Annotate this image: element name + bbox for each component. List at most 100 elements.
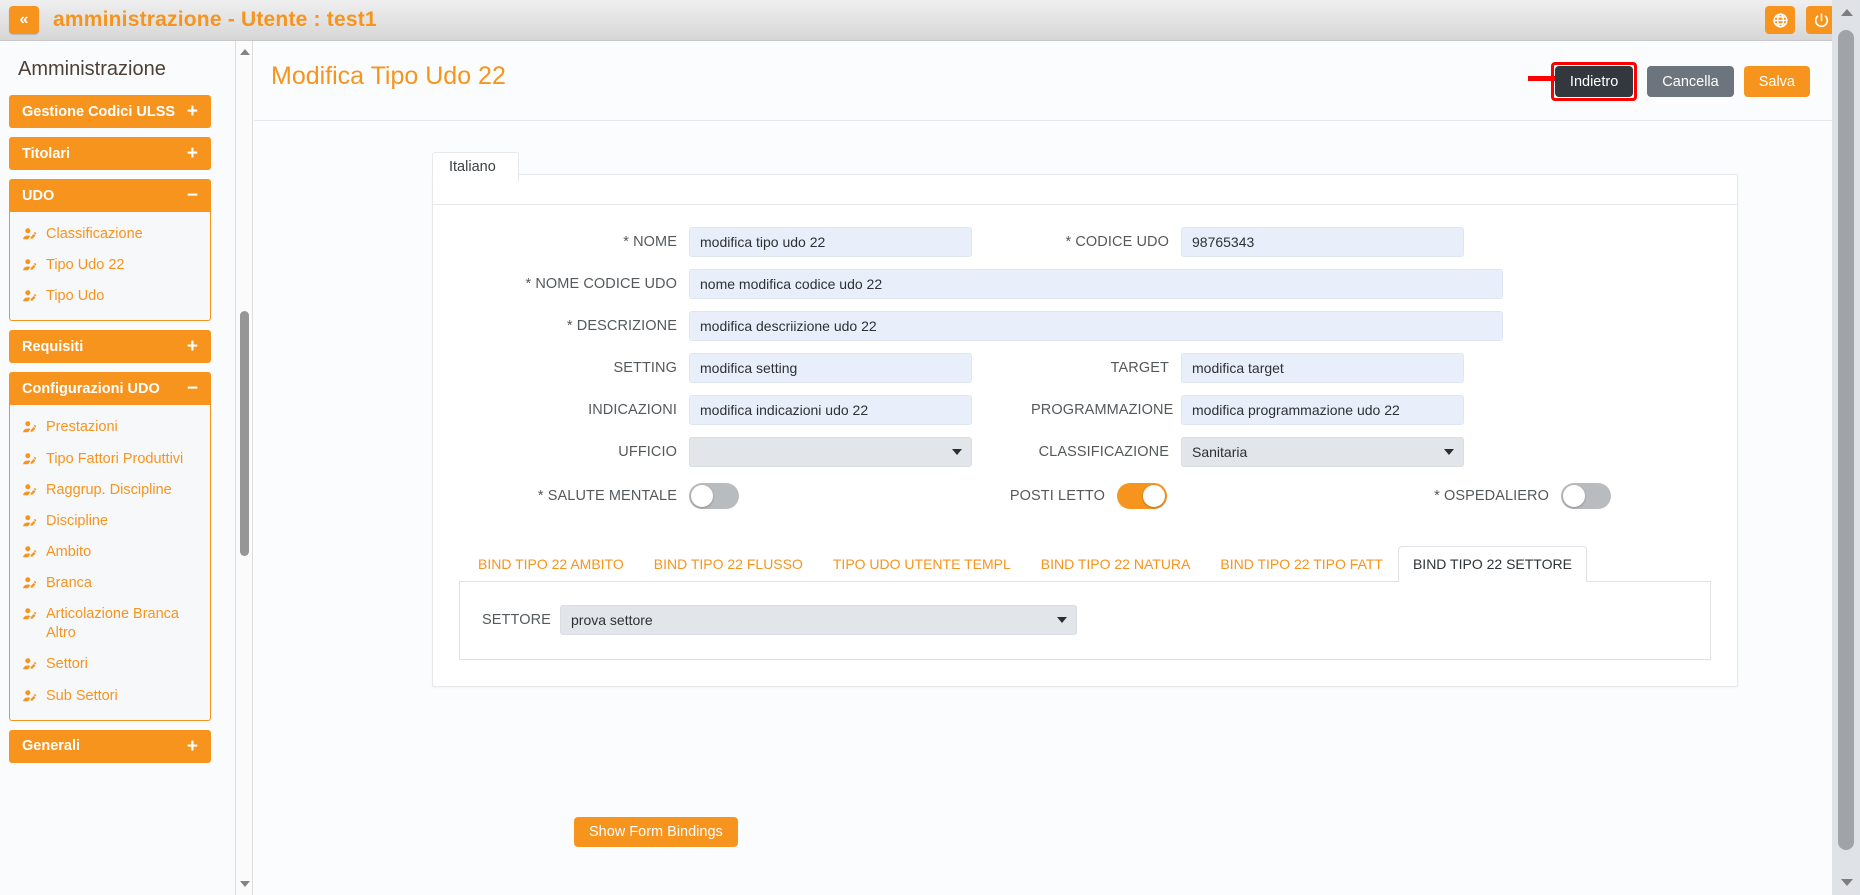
field-label-ufficio: UFFICIO (618, 444, 677, 460)
page-scroll-down-arrow-icon[interactable] (1841, 879, 1853, 886)
topbar-actions (1765, 6, 1836, 34)
show-form-bindings-button[interactable]: Show Form Bindings (574, 817, 738, 847)
descrizione-input[interactable] (689, 311, 1503, 341)
user-edit-icon (22, 227, 38, 242)
page-scroll-thumb[interactable] (1838, 30, 1854, 850)
classificazione-select-value: Sanitaria (1192, 444, 1248, 460)
tab-bind-tipo-22-natura[interactable]: BIND TIPO 22 NATURA (1026, 546, 1206, 582)
settore-select[interactable]: prova settore (560, 604, 1077, 635)
sidebar-group-gestione-codici-ulss[interactable]: Gestione Codici ULSS + (9, 95, 211, 128)
sidebar-item-tipo-udo[interactable]: Tipo Udo (10, 281, 210, 312)
field-label-ospedaliero: * OSPEDALIERO (1434, 488, 1549, 504)
sidebar-item-ambito[interactable]: Ambito (10, 537, 210, 568)
sidebar-item-settori[interactable]: Settori (10, 649, 210, 680)
field-descrizione: * DESCRIZIONE (459, 311, 1503, 341)
field-label-descrizione: * DESCRIZIONE (566, 318, 677, 334)
sidebar-group-label: Configurazioni UDO (22, 380, 160, 397)
tab-bind-tipo-22-tipo-fatt[interactable]: BIND TIPO 22 TIPO FATT (1205, 546, 1398, 582)
nome-codice-udo-input[interactable] (689, 269, 1503, 299)
page-scroll-up-arrow-icon[interactable] (1841, 9, 1853, 16)
sidebar-group-titolari[interactable]: Titolari + (9, 137, 211, 170)
form-row-nome: * NOME * CODICE UDO (459, 227, 1711, 257)
tab-bind-tipo-22-flusso[interactable]: BIND TIPO 22 FLUSSO (639, 546, 818, 582)
sidebar-item-tipo-udo-22[interactable]: Tipo Udo 22 (10, 250, 210, 281)
sidebar-item-label: Articolazione Branca Altro (46, 606, 179, 642)
user-edit-icon (22, 514, 38, 529)
target-input[interactable] (1181, 353, 1464, 383)
sidebar-item-label: Settori (46, 656, 88, 673)
globe-icon (1772, 12, 1789, 29)
language-tabbar: Italiano (432, 152, 1737, 205)
sidebar-item-raggrup-discipline[interactable]: Raggrup. Discipline (10, 475, 210, 506)
sidebar-item-discipline[interactable]: Discipline (10, 506, 210, 537)
user-edit-icon (22, 420, 38, 435)
form-row-setting: SETTING TARGET (459, 353, 1711, 383)
save-button[interactable]: Salva (1743, 66, 1810, 97)
user-edit-icon (22, 607, 38, 622)
tab-italiano[interactable]: Italiano (432, 152, 519, 182)
tab-tipo-udo-utente-templ[interactable]: TIPO UDO UTENTE TEMPL (818, 546, 1026, 582)
back-button-highlight: Indietro (1550, 62, 1638, 101)
tab-bind-tipo-22-ambito[interactable]: BIND TIPO 22 AMBITO (463, 546, 639, 582)
sidebar-item-prestazioni[interactable]: Prestazioni (10, 412, 210, 443)
sidebar-title: Amministrazione (18, 58, 166, 80)
sidebar-group-requisiti[interactable]: Requisiti + (9, 330, 211, 364)
field-label-indicazioni: INDICAZIONI (588, 402, 677, 418)
salute-mentale-toggle[interactable] (689, 483, 739, 509)
sidebar-item-label: Ambito (46, 543, 92, 560)
user-edit-icon (22, 657, 38, 672)
field-indicazioni: INDICAZIONI (459, 395, 972, 425)
form-row-ufficio: UFFICIO CLASSIFICAZIONE Sanitaria (459, 437, 1711, 467)
language-button[interactable] (1765, 6, 1795, 34)
sidebar-item-classificazione[interactable]: Classificazione (10, 219, 210, 250)
page-header: Modifica Tipo Udo 22 Indietro Cancella S… (254, 41, 1832, 121)
posti-letto-toggle[interactable] (1117, 483, 1167, 509)
power-icon (1813, 12, 1830, 29)
scroll-up-arrow-icon[interactable] (240, 49, 250, 55)
sidebar-item-label: Tipo Fattori Produttivi (46, 450, 184, 467)
sidebar-group-generali[interactable]: Generali + (9, 729, 211, 763)
field-nome-codice-udo: * NOME CODICE UDO (459, 269, 1503, 299)
field-ospedaliero: * OSPEDALIERO (1411, 483, 1611, 509)
user-edit-icon (22, 452, 38, 467)
sidebar-item-branca[interactable]: Branca (10, 568, 210, 599)
codice-udo-input[interactable] (1181, 227, 1464, 257)
top-bar: « amministrazione - Utente : test1 (0, 0, 1860, 41)
field-codice-udo: * CODICE UDO (1031, 227, 1464, 257)
cancel-button[interactable]: Cancella (1647, 66, 1734, 97)
field-target: TARGET (1031, 353, 1464, 383)
minus-icon: − (186, 378, 198, 400)
tab-bind-tipo-22-settore[interactable]: BIND TIPO 22 SETTORE (1397, 546, 1587, 582)
sidebar-scrollbar[interactable] (236, 41, 253, 895)
chevron-double-left-icon: « (19, 11, 29, 28)
sidebar-scroll-thumb[interactable] (240, 311, 249, 556)
user-edit-icon (22, 545, 38, 560)
indicazioni-input[interactable] (689, 395, 972, 425)
page-actions: Indietro Cancella Salva (1550, 62, 1810, 101)
sidebar-item-label: Discipline (46, 512, 109, 529)
back-button[interactable]: Indietro (1554, 66, 1634, 97)
sidebar-collapse-button[interactable]: « (9, 6, 39, 34)
nome-input[interactable] (689, 227, 972, 257)
user-edit-icon (22, 576, 38, 591)
ufficio-select[interactable] (689, 437, 972, 467)
scroll-down-arrow-icon[interactable] (240, 881, 250, 887)
programmazione-input[interactable] (1181, 395, 1464, 425)
field-label-posti-letto: POSTI LETTO (1009, 488, 1105, 504)
sidebar-group-udo[interactable]: UDO − (9, 179, 211, 212)
sidebar-group-configurazioni-udo[interactable]: Configurazioni UDO − (9, 372, 211, 406)
field-ufficio: UFFICIO (459, 437, 972, 467)
field-label-classificazione: CLASSIFICAZIONE (1038, 444, 1169, 460)
chevron-down-icon (952, 449, 962, 455)
ospedaliero-toggle[interactable] (1561, 483, 1611, 509)
classificazione-select[interactable]: Sanitaria (1181, 437, 1464, 467)
plus-icon: + (186, 143, 198, 164)
page-scrollbar[interactable] (1832, 0, 1860, 895)
sidebar-item-tipo-fattori-produttivi[interactable]: Tipo Fattori Produttivi (10, 444, 210, 475)
sidebar-item-articolazione-branca-altro[interactable]: Articolazione Branca Altro (10, 599, 210, 649)
form-row-descrizione: * DESCRIZIONE (459, 311, 1711, 341)
form-row-indicazioni: INDICAZIONI PROGRAMMAZIONE (459, 395, 1711, 425)
sidebar-item-sub-settori[interactable]: Sub Settori (10, 681, 210, 712)
sidebar-item-label: Branca (46, 575, 92, 591)
setting-input[interactable] (689, 353, 972, 383)
